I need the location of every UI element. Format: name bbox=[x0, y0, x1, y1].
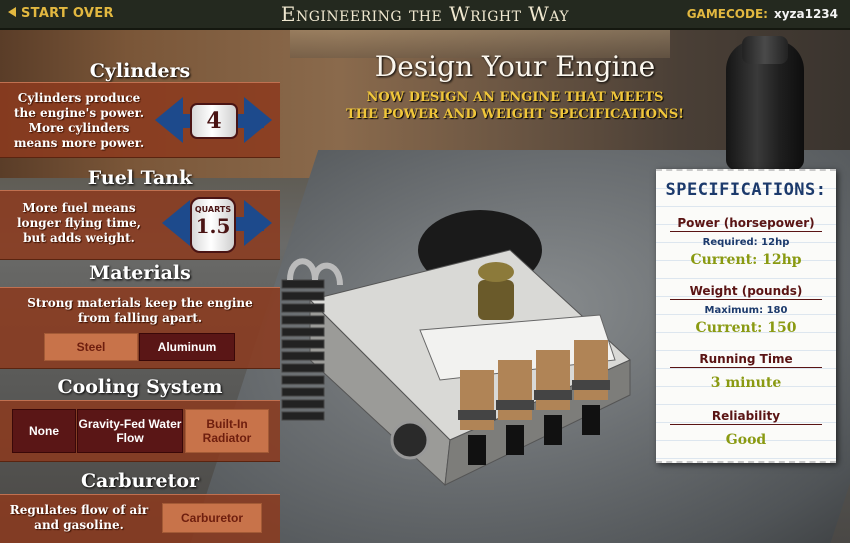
instructions-line-1: NOW DESIGN AN ENGINE THAT MEETS bbox=[366, 90, 664, 105]
carb-desc-line-2: and gasoline. bbox=[34, 518, 124, 532]
specifications-card: SPECIFICATIONS: Power (horsepower) Requi… bbox=[656, 169, 836, 463]
cylinders-value: 4 bbox=[190, 103, 238, 139]
cooling-panel: None Gravity-Fed Water Flow Built-In Rad… bbox=[0, 400, 280, 462]
cylinders-panel: Cylinders produce the engine's power. Mo… bbox=[0, 82, 280, 158]
page-title: Design Your Engine bbox=[374, 50, 656, 83]
start-over-label: START OVER bbox=[21, 6, 114, 21]
page-instructions: NOW DESIGN AN ENGINE THAT MEETS THE POWE… bbox=[310, 89, 720, 123]
fuel-desc-line-3: but adds weight. bbox=[23, 231, 135, 245]
start-over-button[interactable]: START OVER bbox=[8, 6, 114, 21]
cylinders-desc-line-2: the engine's power. bbox=[13, 106, 145, 120]
power-required: Required: 12hp bbox=[702, 237, 790, 248]
material-aluminum-button[interactable]: Aluminum bbox=[139, 333, 235, 361]
instructions-line-2: THE POWER AND WEIGHT SPECIFICATIONS! bbox=[346, 107, 684, 122]
running-time-value: 3 minute bbox=[710, 375, 782, 391]
cooling-none-button[interactable]: None bbox=[12, 409, 76, 453]
top-bar: START OVER Engineering the Wright Way GA… bbox=[0, 0, 850, 30]
power-label: Power (horsepower) bbox=[670, 216, 822, 232]
materials-title: Materials bbox=[89, 262, 191, 284]
specifications-title: SPECIFICATIONS: bbox=[665, 180, 827, 200]
cylinders-desc-line-3: More cylinders bbox=[28, 121, 130, 135]
fuel-unit: QUARTS bbox=[194, 205, 232, 214]
gamecode-label: GAMECODE: bbox=[686, 7, 768, 21]
reliability-value: Good bbox=[725, 432, 767, 448]
reliability-label: Reliability bbox=[670, 409, 822, 425]
fuel-increase-button[interactable] bbox=[244, 200, 272, 246]
fuel-value: 1.5 bbox=[195, 214, 231, 238]
carburetor-panel: Regulates flow of air and gasoline. Carb… bbox=[0, 494, 280, 543]
cooling-gravity-fed-button[interactable]: Gravity-Fed Water Flow bbox=[77, 409, 183, 453]
materials-description: Strong materials keep the engine from fa… bbox=[0, 296, 280, 326]
carburetor-description: Regulates flow of air and gasoline. bbox=[4, 503, 154, 533]
fuel-tank-description: More fuel means longer flying time, but … bbox=[4, 201, 154, 246]
material-steel-button[interactable]: Steel bbox=[44, 333, 138, 361]
cylinders-desc-line-1: Cylinders produce bbox=[17, 91, 141, 105]
materials-desc-line-1: Strong materials keep the engine bbox=[27, 296, 253, 310]
power-current: Current: 12hp bbox=[690, 252, 802, 268]
fuel-desc-line-1: More fuel means bbox=[22, 201, 136, 215]
weight-current: Current: 150 bbox=[695, 320, 797, 336]
materials-desc-line-2: from falling apart. bbox=[77, 311, 203, 325]
cooling-radiator-button[interactable]: Built-In Radiator bbox=[185, 409, 269, 453]
carburetor-button[interactable]: Carburetor bbox=[162, 503, 262, 533]
game-title: Engineering the Wright Way bbox=[280, 2, 570, 26]
cylinders-title: Cylinders bbox=[89, 60, 191, 82]
cylinders-desc-line-4: means more power. bbox=[13, 136, 145, 150]
gamecode-value: xyza1234 bbox=[773, 7, 838, 21]
cylinders-description: Cylinders produce the engine's power. Mo… bbox=[4, 91, 154, 151]
cooling-title: Cooling System bbox=[57, 376, 223, 398]
weight-maximum: Maximum: 180 bbox=[704, 305, 788, 316]
materials-panel: Strong materials keep the engine from fa… bbox=[0, 287, 280, 369]
cylinders-decrease-button[interactable] bbox=[155, 97, 183, 143]
fuel-tank-can: QUARTS 1.5 bbox=[190, 197, 236, 253]
fuel-decrease-button[interactable] bbox=[162, 200, 190, 246]
fuel-tank-panel: More fuel means longer flying time, but … bbox=[0, 190, 280, 260]
game-stage: START OVER Engineering the Wright Way GA… bbox=[0, 0, 850, 543]
back-arrow-icon bbox=[8, 7, 16, 17]
fuel-tank-title: Fuel Tank bbox=[87, 167, 193, 189]
carburetor-title: Carburetor bbox=[80, 470, 200, 492]
engine-model bbox=[281, 210, 631, 487]
carb-desc-line-1: Regulates flow of air bbox=[9, 503, 149, 517]
cylinders-increase-button[interactable] bbox=[244, 97, 272, 143]
weight-label: Weight (pounds) bbox=[670, 284, 822, 300]
oil-can-lid bbox=[742, 36, 788, 64]
fuel-desc-line-2: longer flying time, bbox=[17, 216, 141, 230]
running-time-label: Running Time bbox=[670, 352, 822, 368]
gamecode-display: GAMECODE: xyza1234 bbox=[687, 7, 838, 21]
